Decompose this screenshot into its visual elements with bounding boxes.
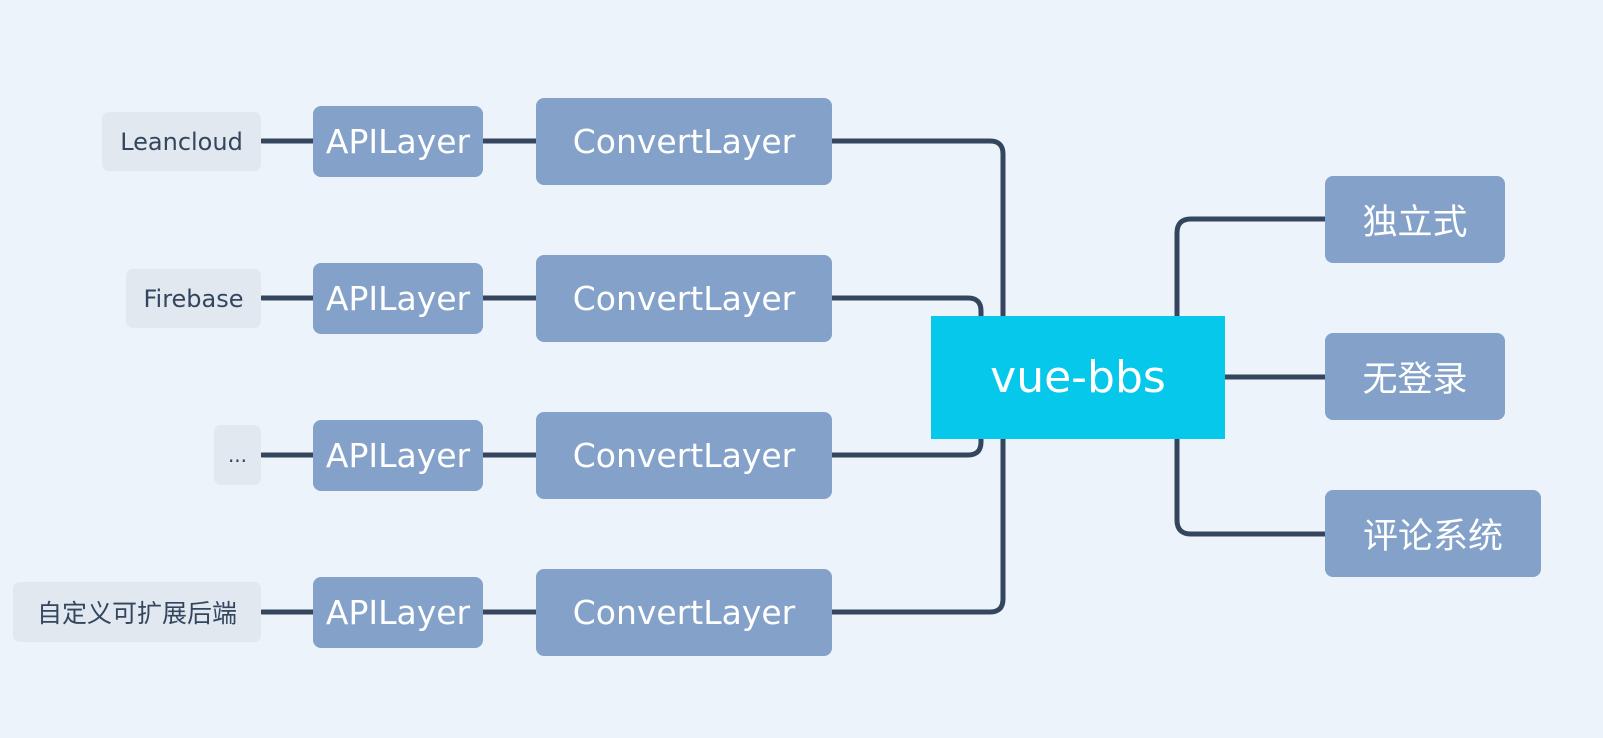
api-layer-node-4[interactable]: APILayer bbox=[313, 577, 483, 648]
feature-node-no-login[interactable]: 无登录 bbox=[1325, 333, 1505, 420]
connector-convert-root-1 bbox=[827, 138, 1006, 321]
api-layer-node-3[interactable]: APILayer bbox=[313, 420, 483, 491]
backend-node-leancloud[interactable]: Leancloud bbox=[102, 112, 261, 171]
connector-convert-root-2 bbox=[827, 295, 984, 321]
backend-node-ellipsis[interactable]: ... bbox=[214, 425, 261, 485]
convert-layer-node-2[interactable]: ConvertLayer bbox=[536, 255, 832, 342]
api-layer-node-1[interactable]: APILayer bbox=[313, 106, 483, 177]
connector-convert-root-3 bbox=[827, 434, 984, 458]
api-layer-node-2[interactable]: APILayer bbox=[313, 263, 483, 334]
connector-root-feature-3 bbox=[1174, 434, 1329, 537]
feature-node-comment-system[interactable]: 评论系统 bbox=[1325, 490, 1541, 577]
backend-node-firebase[interactable]: Firebase bbox=[126, 269, 261, 328]
convert-layer-node-4[interactable]: ConvertLayer bbox=[536, 569, 832, 656]
feature-node-standalone[interactable]: 独立式 bbox=[1325, 176, 1505, 263]
backend-node-custom[interactable]: 自定义可扩展后端 bbox=[13, 582, 261, 642]
convert-layer-node-3[interactable]: ConvertLayer bbox=[536, 412, 832, 499]
connector-convert-root-4 bbox=[827, 434, 1006, 615]
convert-layer-node-1[interactable]: ConvertLayer bbox=[536, 98, 832, 185]
root-node[interactable]: vue-bbs bbox=[931, 316, 1225, 439]
connector-root-feature-1 bbox=[1174, 216, 1329, 321]
